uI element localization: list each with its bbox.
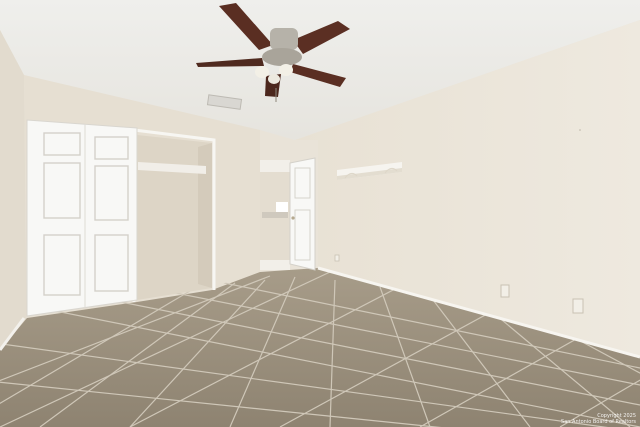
- bedroom-scene: [0, 0, 640, 427]
- wall-outlet: [572, 298, 584, 314]
- closet-door[interactable]: [26, 119, 138, 317]
- door-knob[interactable]: [291, 216, 295, 220]
- wall-nail-hole: [579, 129, 581, 131]
- hallway-door[interactable]: [289, 157, 316, 271]
- credit-line-2: San Antonio Board of Realtors: [561, 419, 636, 425]
- wall-outlet: [500, 284, 510, 298]
- wall-outlet: [334, 254, 340, 262]
- left-side-wall: [0, 30, 27, 350]
- hallway-fixture-base: [262, 212, 288, 218]
- closet-interior-side: [198, 143, 212, 288]
- photo-credit: Copyright 2025 San Antonio Board of Real…: [561, 413, 636, 425]
